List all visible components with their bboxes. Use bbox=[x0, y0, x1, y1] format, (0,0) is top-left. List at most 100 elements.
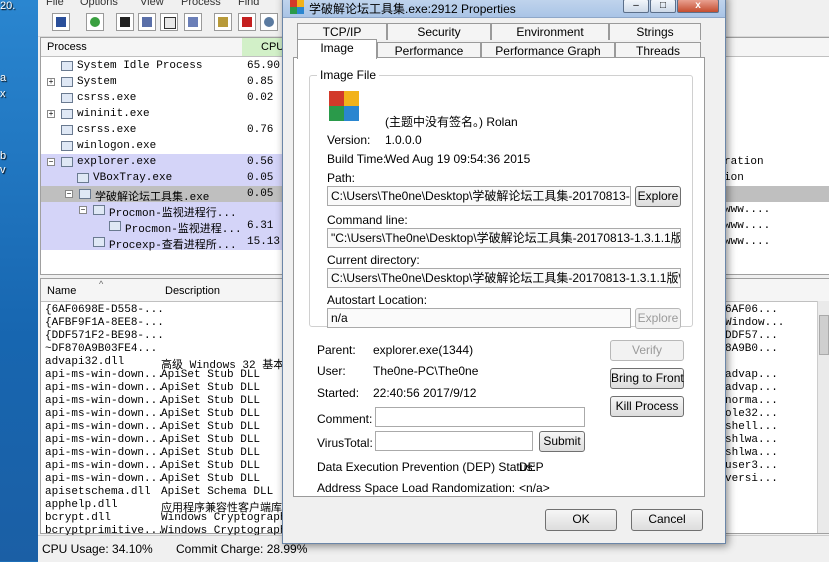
dep-status-label: Data Execution Prevention (DEP) Status: bbox=[317, 460, 536, 474]
build-time-label: Build Time: bbox=[327, 152, 387, 166]
kill-process-button[interactable] bbox=[238, 13, 256, 31]
dll-path: user3... bbox=[725, 460, 778, 472]
dll-name: api-ms-win-down... bbox=[45, 421, 164, 433]
autostart-location-field[interactable]: n/a bbox=[327, 308, 631, 328]
process-cpu: 0.85 bbox=[247, 76, 274, 88]
sort-caret-icon: ^ bbox=[99, 279, 104, 289]
process-icon bbox=[79, 189, 91, 199]
dll-path: shlwa... bbox=[725, 447, 778, 459]
cancel-button[interactable]: Cancel bbox=[631, 509, 703, 531]
refresh-icon bbox=[90, 17, 100, 27]
tab-image[interactable]: Image bbox=[297, 39, 377, 59]
tab-security[interactable]: Security bbox=[387, 23, 491, 40]
bring-to-front-button[interactable]: Bring to Front bbox=[610, 368, 684, 389]
properties-button[interactable] bbox=[214, 13, 232, 31]
process-cpu: 65.90 bbox=[247, 60, 281, 72]
process-icon bbox=[93, 237, 105, 247]
process-company: ration bbox=[724, 156, 764, 168]
scroll-thumb[interactable] bbox=[819, 315, 829, 355]
submit-button[interactable]: Submit bbox=[539, 431, 585, 452]
process-cpu: 0.56 bbox=[247, 156, 274, 168]
dll-name: api-ms-win-down... bbox=[45, 460, 164, 472]
desktop-icon-label[interactable]: x bbox=[0, 88, 6, 100]
tree-expander-icon[interactable]: + bbox=[47, 110, 55, 119]
explore-autostart-button[interactable]: Explore bbox=[635, 308, 681, 329]
process-cpu: 0.76 bbox=[247, 124, 274, 136]
window-icon bbox=[164, 17, 176, 29]
desktop-icon-label[interactable]: v bbox=[0, 164, 6, 176]
maximize-button[interactable]: □ bbox=[650, 0, 676, 13]
show-lower-pane-button[interactable] bbox=[138, 13, 156, 31]
process-column-header[interactable]: Process bbox=[47, 41, 87, 53]
tab-environment[interactable]: Environment bbox=[491, 23, 609, 40]
dll-description: ApiSet Stub DLL bbox=[161, 421, 261, 433]
save-button[interactable] bbox=[52, 13, 70, 31]
refresh-button[interactable] bbox=[86, 13, 104, 31]
process-cpu: 0.02 bbox=[247, 92, 274, 104]
ok-button[interactable]: OK bbox=[545, 509, 617, 531]
image-file-group-title: Image File bbox=[317, 68, 380, 82]
process-name: csrss.exe bbox=[77, 124, 137, 136]
dll-path: 6AF06... bbox=[725, 304, 778, 316]
cpu-column-header[interactable]: CPU bbox=[261, 41, 284, 53]
columns-button[interactable] bbox=[184, 13, 202, 31]
process-icon bbox=[61, 157, 73, 167]
app-icon bbox=[290, 0, 304, 14]
comment-input[interactable] bbox=[375, 407, 585, 427]
tree-expander-icon[interactable]: + bbox=[47, 78, 55, 87]
find-button[interactable] bbox=[260, 13, 278, 31]
dll-scrollbar[interactable] bbox=[817, 301, 829, 533]
tab-strings[interactable]: Strings bbox=[609, 23, 701, 40]
desktop-icon-label[interactable]: 20. bbox=[0, 0, 15, 12]
process-icon bbox=[61, 141, 73, 151]
dll-description: ApiSet Stub DLL bbox=[161, 447, 261, 459]
process-company: www.... bbox=[724, 204, 771, 216]
dll-name: apphelp.dll bbox=[45, 499, 118, 511]
properties-icon bbox=[218, 17, 228, 27]
process-company: www.... bbox=[724, 236, 771, 248]
name-column-header[interactable]: Name bbox=[47, 285, 76, 297]
version-label: Version: bbox=[327, 133, 371, 147]
dll-description: ApiSet Schema DLL bbox=[161, 486, 274, 498]
cpu-usage-status: CPU Usage: 34.10% bbox=[42, 542, 153, 556]
dialog-title-bar[interactable]: 学破解论坛工具集.exe:2912 Properties – □ x bbox=[283, 0, 725, 18]
started-value: 22:40:56 2017/9/12 bbox=[373, 386, 477, 400]
process-icon bbox=[77, 173, 89, 183]
description-column-header[interactable]: Description bbox=[165, 285, 220, 297]
tree-expander-icon[interactable]: − bbox=[65, 190, 73, 199]
tab-tcpip[interactable]: TCP/IP bbox=[297, 23, 387, 40]
process-name: winlogon.exe bbox=[77, 140, 157, 152]
parent-label: Parent: bbox=[317, 343, 356, 357]
system-info-button[interactable] bbox=[116, 13, 134, 31]
explore-path-button[interactable]: Explore bbox=[635, 186, 681, 207]
tree-expander-icon[interactable]: − bbox=[47, 158, 55, 167]
dll-description: ApiSet Stub DLL bbox=[161, 369, 261, 381]
desktop-icon-label[interactable]: b bbox=[0, 150, 6, 162]
virustotal-field[interactable] bbox=[375, 431, 533, 451]
process-icon bbox=[61, 125, 73, 135]
view-options-button[interactable] bbox=[160, 13, 178, 31]
started-label: Started: bbox=[317, 386, 360, 400]
kill-process-button-dialog[interactable]: Kill Process bbox=[610, 396, 684, 417]
process-icon bbox=[61, 61, 73, 71]
current-directory-field[interactable]: C:\Users\The0ne\Desktop\学破解论坛工具集-2017081… bbox=[327, 268, 681, 288]
menu-view[interactable]: View bbox=[140, 0, 164, 8]
comment-label: Comment: bbox=[317, 412, 373, 426]
menu-find[interactable]: Find bbox=[238, 0, 259, 8]
verify-button[interactable]: Verify bbox=[610, 340, 684, 361]
columns-icon bbox=[188, 17, 198, 27]
desktop-icon-label[interactable]: a bbox=[0, 72, 6, 84]
dll-description: ApiSet Stub DLL bbox=[161, 382, 261, 394]
dll-name: api-ms-win-down... bbox=[45, 408, 164, 420]
minimize-button[interactable]: – bbox=[623, 0, 649, 13]
menu-process[interactable]: Process bbox=[181, 0, 221, 8]
close-button[interactable]: x bbox=[677, 0, 719, 13]
virustotal-label: VirusTotal: bbox=[317, 436, 373, 450]
menu-file[interactable]: File bbox=[46, 0, 64, 8]
tree-expander-icon[interactable]: − bbox=[79, 206, 87, 215]
minimize-icon: – bbox=[633, 0, 639, 11]
menu-options[interactable]: Options bbox=[80, 0, 118, 8]
command-line-field[interactable]: "C:\Users\The0ne\Desktop\学破解论坛工具集-201708… bbox=[327, 228, 681, 248]
path-label: Path: bbox=[327, 171, 356, 185]
path-field[interactable]: C:\Users\The0ne\Desktop\学破解论坛工具集-2017081… bbox=[327, 186, 631, 206]
